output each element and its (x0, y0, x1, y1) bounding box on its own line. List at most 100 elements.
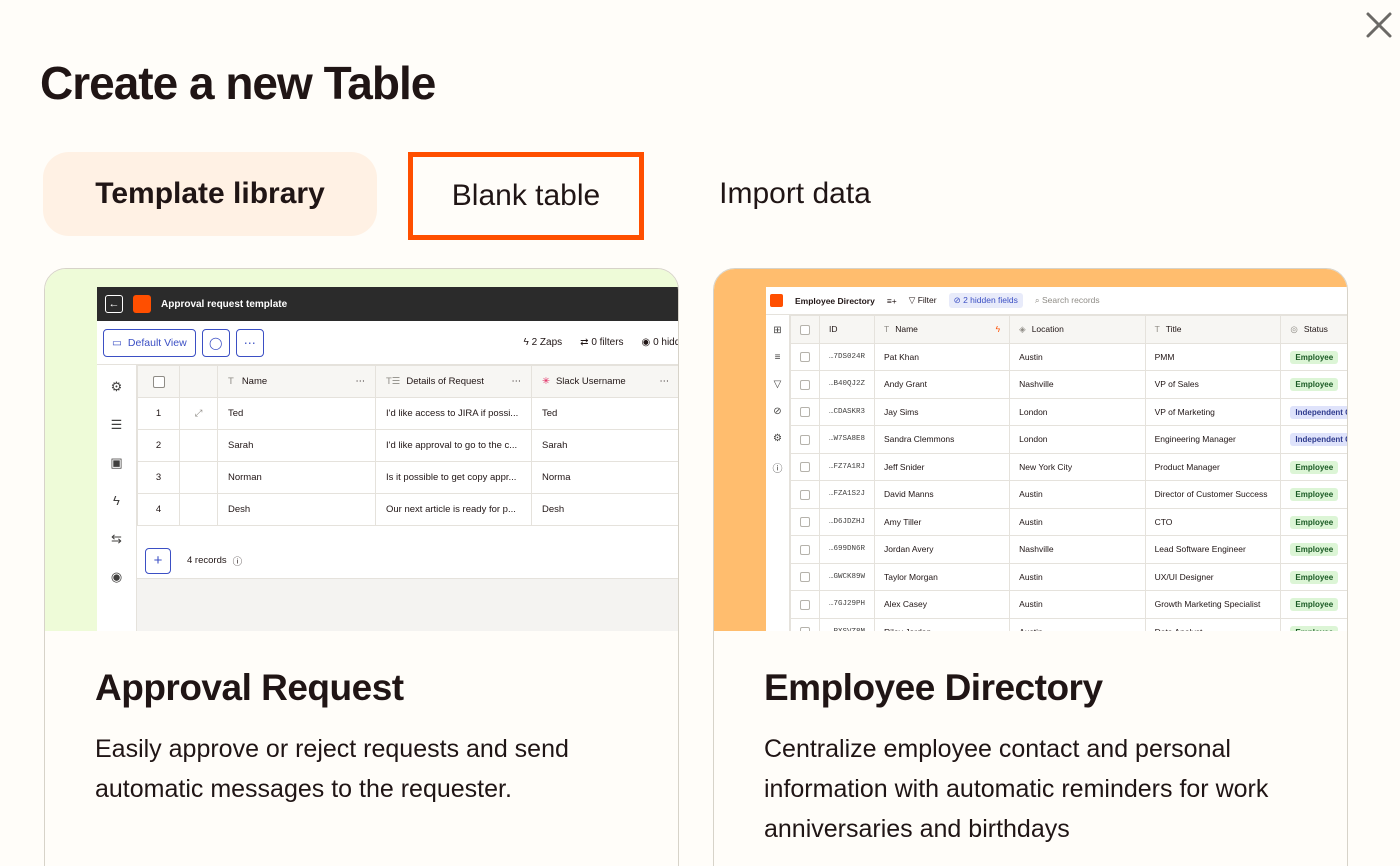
employee-table: ID T Name ϟ ◈ Location T Title ◎ Status …7DS0… (790, 315, 1347, 631)
employee-location: Austin (1009, 617, 1146, 631)
table-row: …CDASKR3 Jay Sims London VP of Marketing Ind… (790, 397, 1347, 426)
filter-icon: ▽ (773, 379, 782, 390)
preview-sidebar: ⚙ ☰ ▣ ϟ ⇆ ◉ (97, 365, 137, 631)
default-view-button: ▭ Default View (103, 328, 196, 357)
preview-header-title: Approval request template (161, 298, 288, 310)
table-row: …D6JDZHJ Amy Tiller Austin CTO Employee (790, 507, 1347, 536)
status-badge: Employee (1290, 625, 1339, 631)
employee-title: Engineering Manager (1144, 425, 1282, 454)
location-icon: ◈ (1019, 323, 1026, 334)
status-badge: Employee (1290, 515, 1339, 529)
column-menu-icon: ⋯ (355, 376, 366, 387)
status-badge: Employee (1290, 350, 1339, 364)
more-icon: ⋯ (235, 328, 264, 357)
employee-name: Jay Sims (874, 397, 1011, 426)
column-header: Status (1303, 323, 1328, 334)
employee-preview-window: Employee Directory ≡+ ▽ Filter ⊘ 2 hidde… (766, 287, 1347, 631)
column-header: Title (1165, 324, 1182, 335)
tab-blank-table[interactable]: Blank table (408, 152, 644, 240)
status-badge: Employee (1290, 488, 1339, 502)
approval-preview-window: ← Approval request template ▭ Default Vi… (97, 287, 678, 631)
status-badge: Employee (1290, 378, 1339, 392)
sliders-icon: ⇆ (111, 531, 122, 546)
view-label: Default View (127, 336, 187, 349)
search-icon: ◯ (201, 328, 230, 357)
record-id: …PXSVZ8M (818, 617, 876, 631)
tables-logo-icon (770, 294, 783, 307)
row-checkbox (800, 517, 810, 528)
table-row: 4 Desh Our next article is ready for p..… (137, 493, 678, 526)
template-card-approval-request[interactable]: ← Approval request template ▭ Default Vi… (44, 268, 679, 866)
column-header: Name (241, 376, 268, 387)
status-badge: Employee (1290, 570, 1339, 584)
zaps-count: ϟ 2 Zaps (523, 337, 563, 348)
bolt-icon: ϟ (523, 337, 532, 348)
table-row: 1 ⤢ Ted I'd like access to JIRA if possi… (137, 397, 678, 430)
employee-location: Austin (1009, 480, 1146, 509)
employee-name: Taylor Morgan (874, 562, 1011, 591)
column-menu-icon: ⋯ (511, 376, 522, 387)
row-checkbox (800, 544, 810, 555)
search-records: ⌕ Search records (1034, 295, 1100, 305)
employee-location: Nashville (1009, 370, 1146, 399)
record-id: …CDASKR3 (818, 397, 876, 426)
row-checkbox (800, 434, 810, 445)
help-icon: ⓘ (772, 464, 783, 475)
column-header: Location (1031, 323, 1064, 334)
eye-off-icon: ⊘ (953, 295, 964, 305)
tables-logo-icon (133, 295, 151, 313)
add-field-icon: ≡+ (886, 295, 897, 306)
select-all-checkbox (800, 324, 810, 335)
row-checkbox (800, 462, 810, 473)
status-field-icon: ◎ (1290, 323, 1298, 334)
employee-location: Austin (1009, 507, 1146, 536)
table-row: …7DS024R Pat Khan Austin PMM Employee (790, 342, 1347, 371)
text-field-icon: T (228, 376, 234, 387)
employee-location: London (1009, 425, 1146, 454)
employee-name: Pat Khan (874, 342, 1011, 371)
table-footer: + 4 records ⓘ (137, 543, 678, 579)
column-header: Name (895, 324, 918, 335)
card-description: Easily approve or reject requests and se… (95, 735, 569, 803)
tab-import-data[interactable]: Import data (688, 152, 902, 236)
records-count: 4 records (187, 555, 227, 566)
employee-title: VP of Marketing (1144, 397, 1282, 426)
preview-sidebar: ⊞ ≡ ▽ ⊘ ⚙ ⓘ (766, 315, 790, 631)
table-row: …PXSVZ8MRiley JordanAustinData Analyst Em… (790, 617, 1347, 631)
table-row: …7GJ29PH Alex Casey Austin Growth Marketing… (790, 590, 1347, 619)
record-id: …FZA1S2J (818, 480, 876, 509)
table-row: …B40QJ2Z Andy Grant Nashville VP of Sales Em… (790, 370, 1347, 399)
text-field-icon: T (884, 324, 890, 335)
row-checkbox (800, 352, 810, 363)
record-id: …7DS024R (818, 342, 876, 371)
slack-icon: ✳ (542, 376, 550, 387)
form-icon: ▣ (110, 455, 123, 470)
select-all-checkbox (152, 375, 165, 388)
employee-title: Lead Software Engineer (1144, 535, 1282, 564)
employee-location: New York City (1009, 452, 1146, 481)
column-menu-icon: ⋯ (659, 376, 670, 387)
card-title: Employee Directory (764, 667, 1103, 708)
table-row: …GWCK89W Taylor Morgan Austin UX/UI Designe… (790, 562, 1347, 591)
table-row: 3 Norman Is it possible to get copy appr… (137, 461, 678, 494)
eye-icon: ◉ (110, 569, 123, 584)
card-title: Approval Request (95, 667, 404, 708)
close-icon[interactable] (1362, 8, 1396, 42)
employee-name: Riley Jordan (874, 617, 1011, 631)
employee-title: Product Manager (1144, 452, 1282, 481)
employee-location: Austin (1009, 562, 1146, 591)
zap-icon: ϟ (113, 493, 120, 508)
text-field-icon: T (1154, 324, 1160, 335)
template-card-employee-directory[interactable]: Employee Directory ≡+ ▽ Filter ⊘ 2 hidde… (713, 268, 1348, 866)
row-checkbox (800, 407, 810, 418)
status-badge: Independent C (1290, 433, 1347, 447)
employee-location: Austin (1009, 342, 1146, 371)
help-icon: ⓘ (232, 556, 243, 568)
filter-icon: ▽ (908, 295, 918, 305)
filter-control: ▽ Filter (908, 295, 937, 305)
tab-template-library[interactable]: Template library (43, 152, 377, 236)
hidden-fields-pill: ⊘ 2 hidden fields (948, 293, 1023, 308)
employee-title: VP of Sales (1144, 370, 1282, 399)
eye-off-icon: ⊘ (773, 406, 782, 417)
employee-name: Jeff Snider (874, 452, 1011, 481)
